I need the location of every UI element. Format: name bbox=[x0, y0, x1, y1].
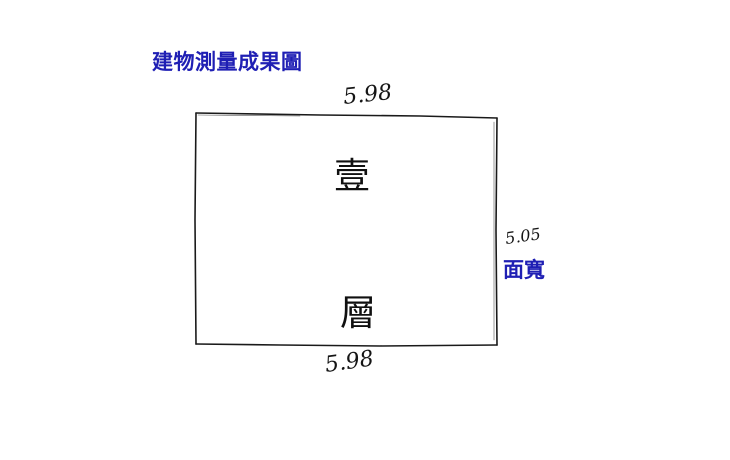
dimension-right: 5.05 bbox=[504, 224, 542, 248]
outline-right-edge bbox=[495, 117, 498, 346]
dimension-top: 5.98 bbox=[342, 80, 393, 110]
dimension-bottom: 5.98 bbox=[323, 346, 375, 378]
floor-plan: 5.98 5.05 5.98 壹 層 bbox=[194, 80, 542, 378]
floor-label-line2: 層 bbox=[340, 293, 376, 334]
outline-bottom-edge bbox=[195, 343, 498, 347]
frontage-label: 面寬 bbox=[503, 258, 545, 282]
floor-label-line1: 壹 bbox=[334, 156, 370, 197]
outline-left-edge bbox=[194, 112, 197, 345]
